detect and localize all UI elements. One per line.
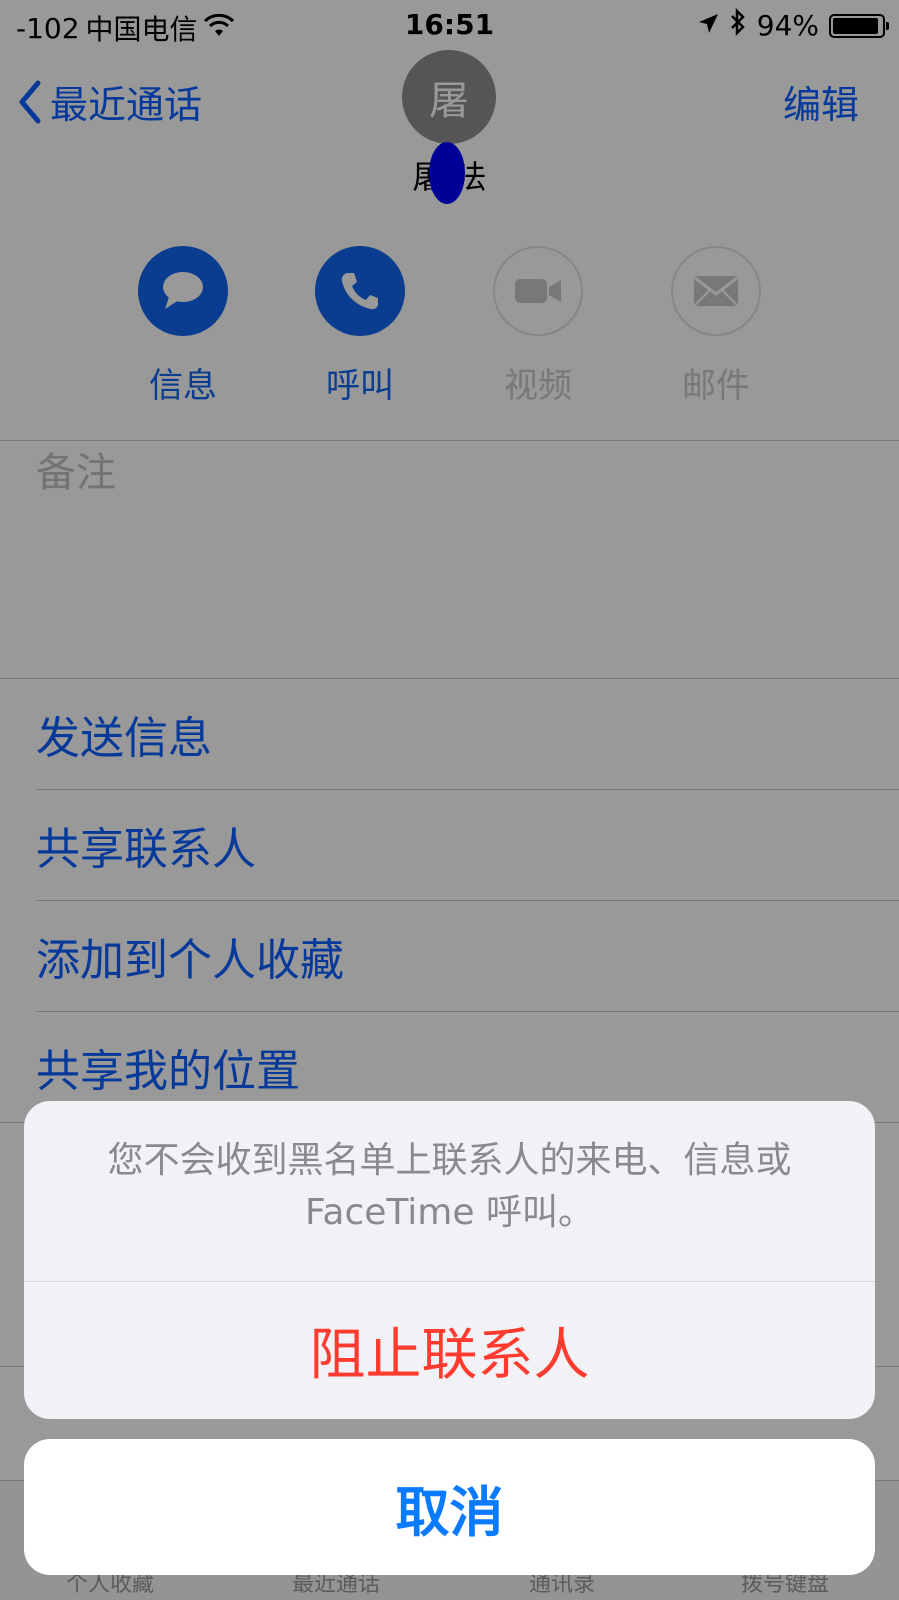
cancel-button[interactable]: 取消 xyxy=(24,1439,875,1575)
action-sheet-message: 您不会收到黑名单上联系人的来电、信息或 FaceTime 呼叫。 xyxy=(107,1140,792,1233)
block-contact-button[interactable]: 阻止联系人 xyxy=(24,1282,875,1419)
action-sheet: 您不会收到黑名单上联系人的来电、信息或 FaceTime 呼叫。 阻止联系人 xyxy=(24,1101,875,1419)
